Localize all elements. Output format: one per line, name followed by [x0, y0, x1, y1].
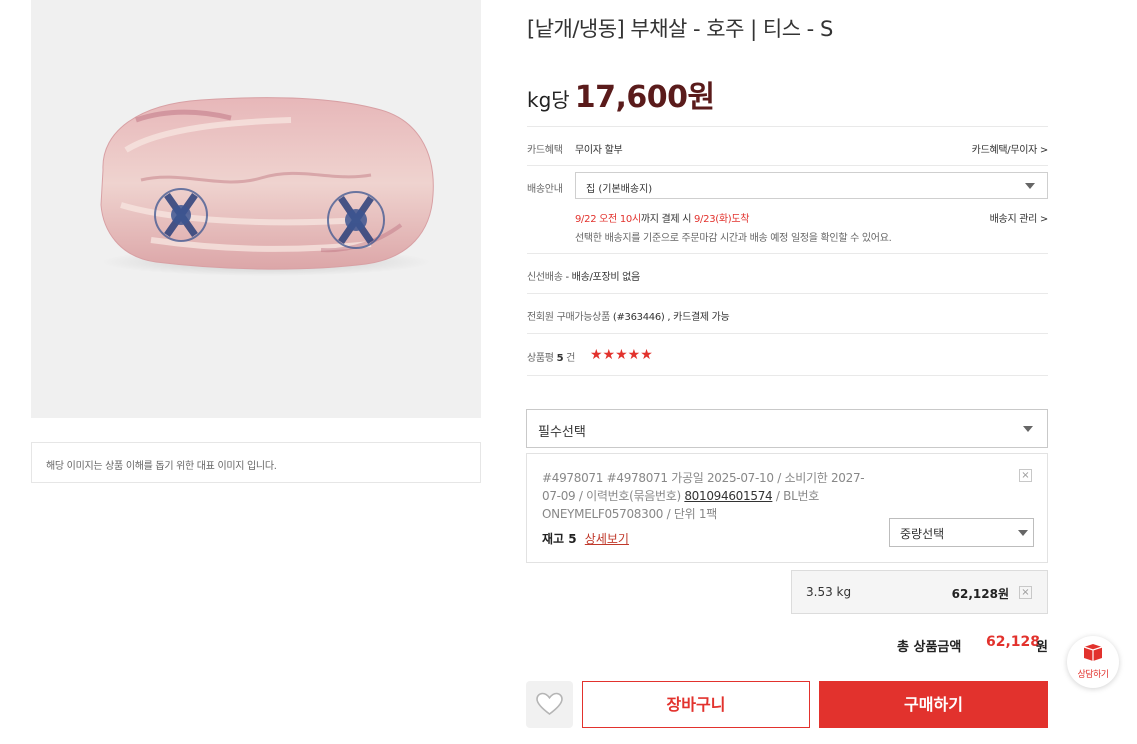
weight-select[interactable]: 중량선택 — [889, 518, 1034, 547]
card-benefit-link[interactable]: 카드혜택/무이자 > — [972, 141, 1049, 156]
fresh-value: - 배송/포장비 없음 — [565, 272, 641, 283]
selected-amount: 62,128원 — [951, 587, 1009, 601]
availability-card: , 카드결제 가능 — [667, 312, 730, 323]
divider — [527, 333, 1048, 334]
buy-now-button[interactable]: 구매하기 — [819, 681, 1048, 728]
selected-quantity-row: 3.53 kg 62,128원 × — [791, 570, 1048, 614]
heart-icon — [536, 692, 563, 715]
divider — [527, 126, 1048, 127]
total-value: 62,128 — [986, 634, 1041, 650]
fresh-delivery: 신선배송 - 배송/포장비 없음 — [527, 268, 640, 283]
divider — [527, 253, 1048, 254]
product-title: [낱개/냉동] 부채살 - 호주 | 티스 - S — [527, 17, 833, 41]
required-option-label: 필수선택 — [538, 425, 586, 440]
card-benefit-value: 무이자 할부 — [575, 145, 623, 156]
availability-code: (#363446) — [612, 312, 665, 323]
deadline-mid: 까지 결제 시 — [640, 214, 692, 225]
chat-box-icon — [1083, 644, 1103, 661]
review-summary: 상품평 5 건 — [527, 349, 575, 364]
review-label: 상품평 — [527, 353, 554, 364]
delivery-deadline: 9/22 오전 10시까지 결제 시 9/23(화)도착 — [575, 210, 749, 225]
trace-number[interactable]: 801094601574 — [684, 489, 772, 503]
review-unit: 건 — [566, 353, 576, 364]
price-row: kg당 17,600원 — [527, 72, 715, 116]
remove-option-button[interactable]: × — [1019, 469, 1032, 482]
caret-down-icon — [1023, 426, 1033, 432]
divider — [527, 165, 1048, 166]
caret-down-icon — [1018, 530, 1028, 536]
availability: 전회원 구매가능상품 (#363446) , 카드결제 가능 — [527, 308, 730, 323]
stock-line: 재고 5 상세보기 — [542, 530, 629, 547]
image-caption: 해당 이미지는 상품 이해를 돕기 위한 대표 이미지 입니다. — [31, 442, 481, 483]
shipping-note: 선택한 배송지를 기준으로 주문마감 시간과 배송 예정 일정을 확인할 수 있… — [575, 233, 892, 244]
review-count: 5 — [556, 353, 564, 364]
divider — [527, 293, 1048, 294]
add-to-cart-button[interactable]: 장바구니 — [582, 681, 810, 728]
arrival-date: 9/23(화)도착 — [694, 214, 750, 225]
stock-label: 재고 5 — [542, 532, 577, 546]
option-info: #4978071 #4978071 가공일 2025-07-10 / 소비기한 … — [542, 469, 882, 523]
meat-package-image — [100, 97, 434, 276]
shipping-address-value: 집 (기본배송지) — [586, 184, 653, 195]
total-unit: 원 — [1036, 640, 1048, 655]
shipping-label: 배송안내 — [527, 184, 563, 195]
selected-option-box: #4978071 #4978071 가공일 2025-07-10 / 소비기한 … — [526, 453, 1048, 563]
price-unit: kg당 — [527, 88, 570, 112]
consult-button[interactable]: 상담하기 — [1067, 636, 1119, 688]
deadline-time: 9/22 오전 10시 — [575, 214, 641, 225]
availability-text: 전회원 구매가능상품 — [527, 312, 610, 323]
manage-address-link[interactable]: 배송지 관리 > — [990, 210, 1049, 225]
shipping-address-select[interactable]: 집 (기본배송지) — [575, 172, 1048, 199]
selected-weight: 3.53 kg — [806, 585, 852, 599]
rating-stars: ★★★★★ — [590, 347, 653, 363]
fresh-label: 신선배송 — [527, 272, 563, 283]
total-label: 총 상품금액 — [897, 640, 962, 655]
consult-label: 상담하기 — [1077, 670, 1109, 680]
weight-select-label: 중량선택 — [900, 527, 945, 541]
remove-quantity-button[interactable]: × — [1019, 586, 1032, 599]
divider — [527, 375, 1048, 376]
card-benefit-label: 카드혜택 — [527, 145, 563, 156]
caret-down-icon — [1025, 183, 1035, 189]
detail-link[interactable]: 상세보기 — [585, 532, 629, 546]
required-option-select[interactable]: 필수선택 — [526, 409, 1048, 448]
product-image — [31, 0, 481, 418]
wishlist-button[interactable] — [526, 681, 573, 728]
price-value: 17,600원 — [574, 80, 715, 115]
